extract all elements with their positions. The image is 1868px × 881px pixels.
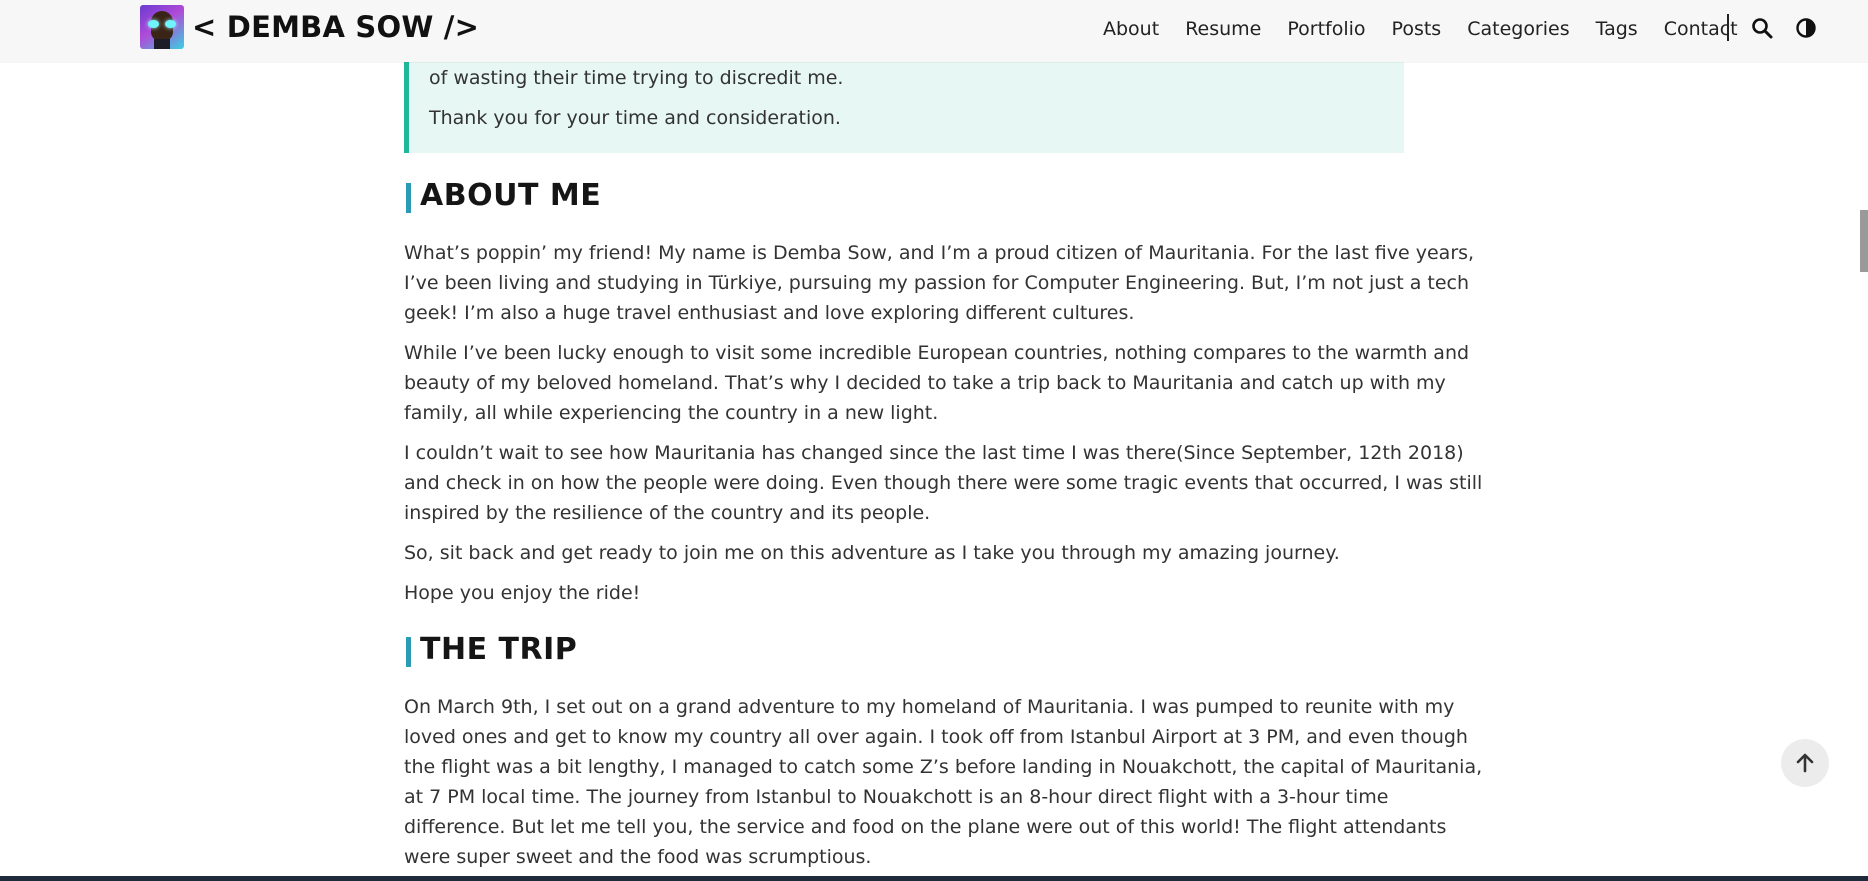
arrow-up-icon	[1796, 753, 1814, 773]
brand-title[interactable]: < DEMBA SOW />	[192, 10, 479, 44]
paragraph: On March 9th, I set out on a grand adven…	[404, 696, 1483, 868]
quote-line: Thank you for your time and consideratio…	[429, 107, 841, 129]
avatar	[140, 5, 184, 49]
main-nav: About Resume Portfolio Posts Categories …	[1103, 0, 1764, 58]
scrollbar-thumb[interactable]	[1860, 210, 1868, 272]
bottom-edge	[0, 876, 1868, 881]
paragraph: What’s poppin’ my friend! My name is Dem…	[404, 242, 1475, 324]
site-header: < DEMBA SOW /> About Resume Portfolio Po…	[0, 0, 1868, 62]
back-to-top-button[interactable]	[1781, 739, 1829, 787]
section-heading-about: ABOUT ME	[404, 178, 601, 214]
paragraph: I couldn’t wait to see how Mauritania ha…	[404, 442, 1483, 524]
quote-line: of wasting their time trying to discredi…	[429, 67, 844, 89]
paragraph: Hope you enjoy the ride!	[404, 582, 641, 604]
nav-item-posts[interactable]: Posts	[1392, 18, 1442, 40]
nav-item-about[interactable]: About	[1103, 18, 1159, 40]
nav-item-categories[interactable]: Categories	[1467, 18, 1569, 40]
nav-divider	[1727, 14, 1729, 41]
brand-link[interactable]: < DEMBA SOW />	[140, 4, 479, 50]
blockquote: of wasting their time trying to discredi…	[404, 48, 1404, 153]
paragraph: So, sit back and get ready to join me on…	[404, 542, 1340, 564]
nav-item-portfolio[interactable]: Portfolio	[1287, 18, 1365, 40]
nav-item-tags[interactable]: Tags	[1596, 18, 1638, 40]
theme-toggle-icon[interactable]	[1794, 16, 1818, 40]
search-icon[interactable]	[1750, 16, 1774, 40]
nav-item-resume[interactable]: Resume	[1185, 18, 1261, 40]
paragraph: While I’ve been lucky enough to visit so…	[404, 342, 1470, 424]
section-heading-trip: THE TRIP	[404, 632, 577, 668]
